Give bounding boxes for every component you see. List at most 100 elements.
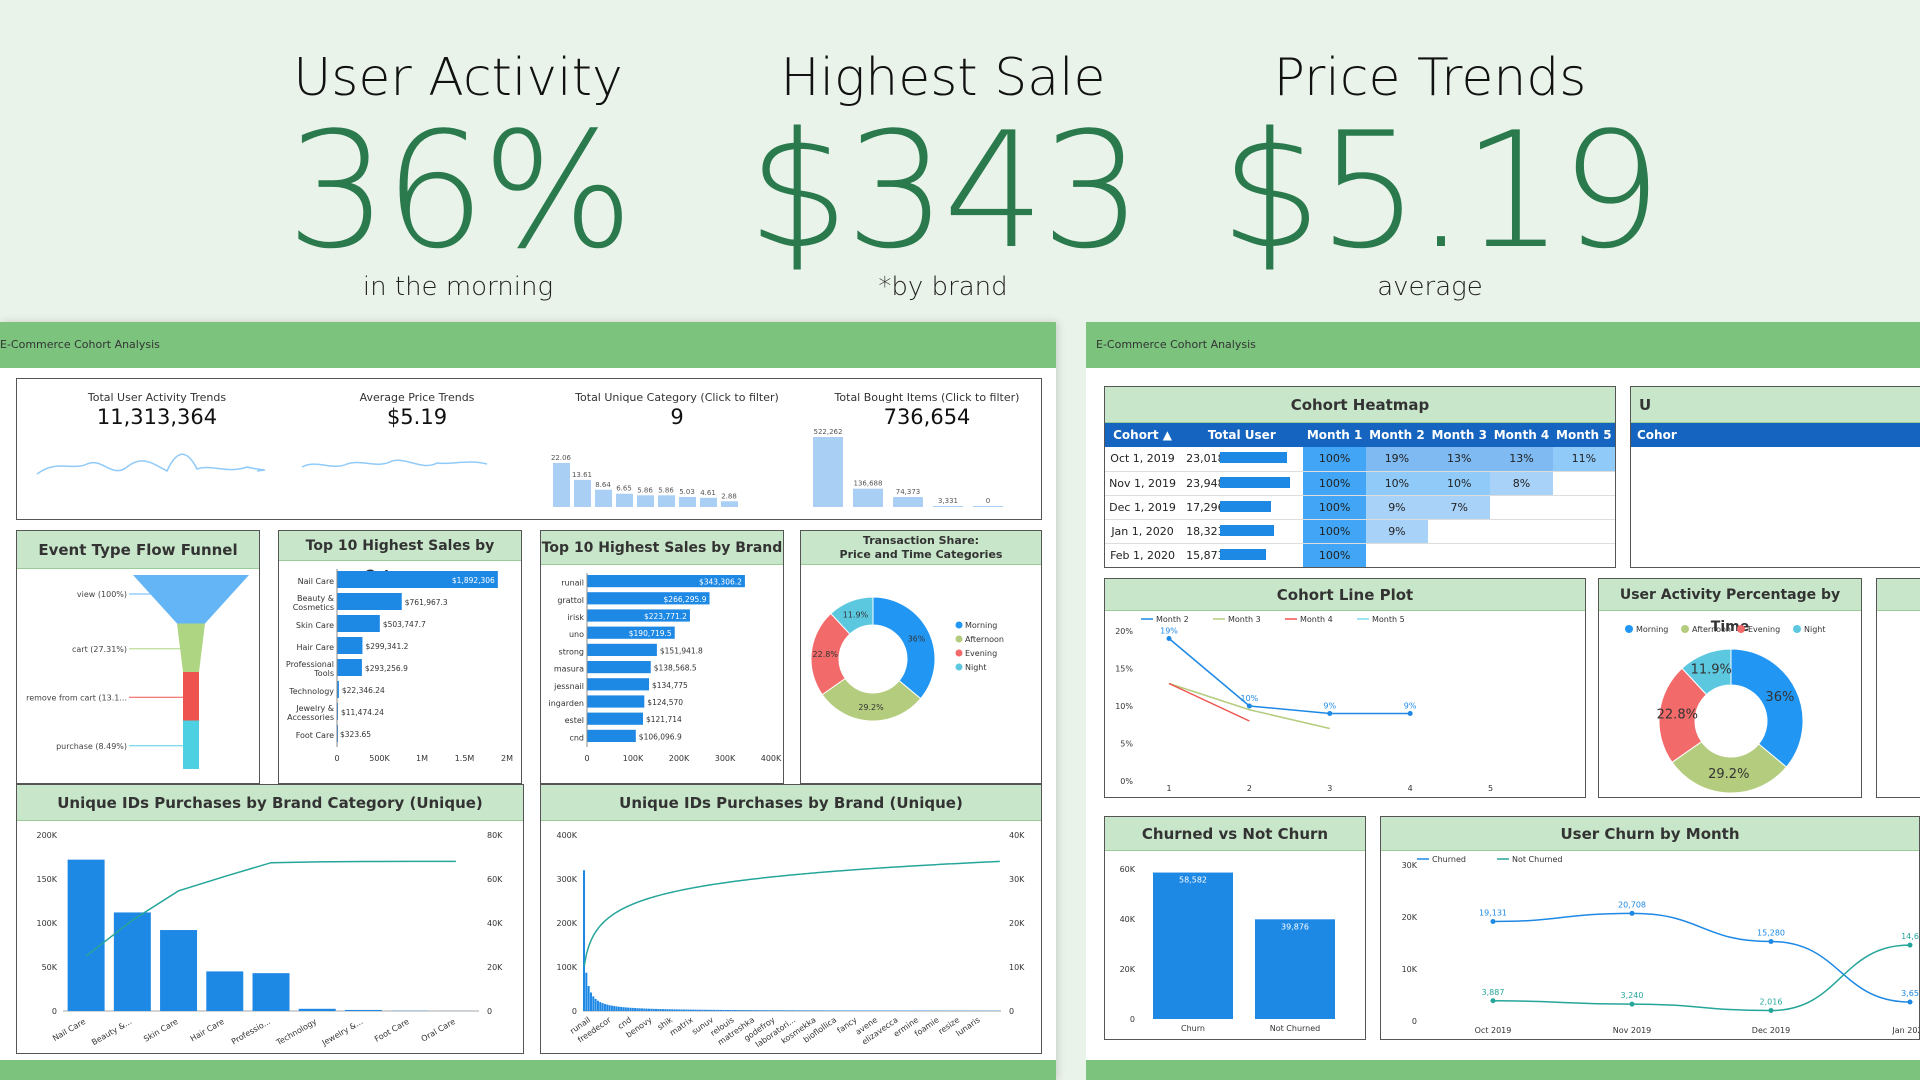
spark-bar-label: 2.88: [721, 492, 737, 500]
brand-sales-card[interactable]: Top 10 Highest Sales by Brand $343,306.2…: [540, 530, 784, 784]
heatmap-column-header[interactable]: Month 3: [1428, 423, 1491, 447]
card-title: Transaction Share: Price and Time Catego…: [801, 531, 1041, 565]
brand-unique-card[interactable]: Unique IDs Purchases by Brand (Unique) 4…: [540, 784, 1042, 1054]
activity-donut-chart[interactable]: 36% 29.2% 22.8% 11.9% Morning Afternoon Evenin…: [1599, 611, 1862, 798]
card-title-line1: Transaction Share:: [862, 534, 980, 547]
bar: [682, 1009, 685, 1011]
legend-dot: [1681, 625, 1689, 633]
category-label: grattol: [557, 596, 584, 605]
spark-bar-label: 0: [986, 497, 990, 505]
y-axis-tick: 30K: [1402, 861, 1418, 870]
category-label: irisk: [567, 613, 584, 622]
heatmap-column-header[interactable]: Month 1: [1303, 423, 1366, 447]
brand-category-combo-card[interactable]: Unique IDs Purchases by Brand Category (…: [16, 784, 524, 1054]
heatmap-column-header[interactable]: Cohort ▲: [1105, 423, 1181, 447]
bar: [757, 1010, 760, 1011]
cohort-cell: Jan 1, 2020: [1105, 519, 1181, 544]
point-label: 15,280: [1757, 929, 1785, 938]
bar: [592, 996, 595, 1011]
bar: [606, 1004, 609, 1011]
retention-cell: [1552, 471, 1615, 496]
total-user-cell: 23,948: [1180, 471, 1304, 496]
total-user-cell: 15,873: [1180, 543, 1304, 567]
bar: [866, 1010, 869, 1011]
cohort-line-chart[interactable]: Month 2 Month 3 Month 4 Month 5 20% 15% 10% 5% 0…: [1105, 611, 1586, 798]
spark-bar: [973, 506, 1003, 507]
total-user-value: 23,018: [1186, 452, 1225, 466]
series-point: [1907, 942, 1913, 948]
y-axis-tick: 150K: [36, 875, 57, 884]
retention-cell: 9%: [1365, 495, 1429, 520]
heatmap-row[interactable]: Feb 1, 2020 15,873 100%: [1105, 543, 1615, 567]
bar: [789, 1010, 792, 1011]
card-title: Churned vs Not Churn: [1105, 817, 1365, 851]
brand-pareto-chart[interactable]: 400K300K200K100K040K30K20K10K0runailfree…: [541, 821, 1042, 1054]
y-axis-tick: 300K: [556, 875, 577, 884]
category-label: ingarden: [549, 699, 585, 708]
bar-value-label: $134,775: [652, 681, 688, 690]
churn-by-month-card[interactable]: User Churn by Month Churned Not Churned 30…: [1380, 816, 1920, 1040]
legend-label: Month 5: [1372, 615, 1405, 624]
bar: [710, 1009, 713, 1011]
heatmap-column-header[interactable]: Month 5: [1552, 423, 1615, 447]
churn-card[interactable]: Churned vs Not Churn 60K 40K 20K 0 58,582 Chu…: [1104, 816, 1366, 1040]
donut-chart[interactable]: 36% 29.2% 22.8% 11.9% Morning Afternoon Evenin…: [801, 565, 1042, 784]
funnel-chart[interactable]: view (100%) cart (27.31%) remove from cart…: [17, 569, 260, 783]
spark-bar: [658, 495, 675, 507]
churn-month-line-chart[interactable]: Churned Not Churned 30K 20K 10K 0 Oct 2019 Nov …: [1381, 851, 1920, 1040]
bar: [668, 1009, 671, 1011]
bar: [160, 930, 198, 1011]
heatmap-row[interactable]: Oct 1, 2019 23,018 100% 19% 13% 13% 11%: [1105, 447, 1615, 472]
bar: [587, 986, 590, 1011]
bar-value-label: $121,714: [646, 715, 682, 724]
cohort-heatmap-card[interactable]: Cohort Heatmap Cohort ▲ Total User Month 1…: [1104, 386, 1616, 568]
pareto-chart[interactable]: 200K150K100K50K080K60K40K20K0Nail Care Be…: [17, 821, 524, 1054]
funnel-chart-card[interactable]: Event Type Flow Funnel view (100%) cart (…: [16, 530, 260, 784]
retention-cell: 100%: [1303, 495, 1366, 520]
bar: [736, 1010, 739, 1011]
category-label: masura: [554, 665, 584, 674]
category-sales-card[interactable]: Top 10 Highest Sales by Category $1,892,…: [278, 530, 522, 784]
spark-bar-label: 4.61: [700, 489, 716, 497]
brand-bar-chart[interactable]: $343,306.2 runail $266,295.9 grattol $223,77…: [541, 565, 784, 784]
heatmap-row[interactable]: Jan 1, 2020 18,323 100% 9%: [1105, 519, 1615, 544]
bar: [792, 1010, 795, 1011]
transaction-share-card[interactable]: Transaction Share: Price and Time Catego…: [800, 530, 1042, 784]
bar: [692, 1009, 695, 1011]
total-user-cell: 23,018: [1180, 447, 1304, 472]
bar: [766, 1010, 769, 1011]
y-axis-tick: 20%: [1115, 627, 1133, 636]
bar: [675, 1009, 678, 1011]
heatmap-row[interactable]: Nov 1, 2019 23,948 100% 10% 10% 8%: [1105, 471, 1615, 496]
point-label: 2,016: [1760, 998, 1783, 1007]
cohort-heatmap-table[interactable]: Cohort ▲ Total User Month 1 Month 2 Month 3M…: [1105, 423, 1615, 567]
funnel-stage: [183, 672, 199, 721]
axis-tick: 0: [584, 754, 589, 763]
cohort-line-plot-card[interactable]: Cohort Line Plot Month 2 Month 3 Month 4 Mo…: [1104, 578, 1586, 798]
bar: [587, 695, 645, 708]
activity-by-time-card[interactable]: User Activity Percentage by Time 36% 29.2…: [1598, 578, 1862, 798]
slice-label: 11.9%: [843, 610, 869, 619]
bar: [701, 1009, 704, 1011]
heatmap-column-header[interactable]: Month 2: [1365, 423, 1429, 447]
heatmap-row[interactable]: Dec 1, 2019 17,296 100% 9% 7%: [1105, 495, 1615, 520]
cohort-cell: Oct 1, 2019: [1105, 447, 1181, 472]
y-axis-tick: 0: [52, 1007, 57, 1016]
category-bar-chart[interactable]: $1,892,306 Nail Care $761,967.3 Beauty &Cos…: [279, 561, 522, 784]
category-label: Accessories: [287, 713, 334, 722]
bar-value-label: $138,568.5: [654, 664, 697, 673]
y2-axis-tick: 20K: [487, 963, 503, 972]
heatmap-column-header[interactable]: Total User: [1180, 423, 1304, 447]
bar: [817, 1010, 820, 1011]
retention-cell: 19%: [1365, 447, 1429, 472]
heatmap-column-header[interactable]: Month 4: [1490, 423, 1553, 447]
bar: [840, 1010, 843, 1011]
bar: [627, 1007, 630, 1011]
bar: [726, 1009, 729, 1011]
x-axis-tick: Not Churned: [1270, 1024, 1321, 1033]
bar: [764, 1010, 767, 1011]
bar-value-label: $106,096.9: [639, 732, 682, 741]
x-axis-tick: Oral Care: [420, 1017, 457, 1044]
axis-tick: 100K: [623, 754, 644, 763]
churn-bar-chart[interactable]: 60K 40K 20K 0 58,582 Churn 39,876 Not Churned: [1105, 851, 1366, 1040]
